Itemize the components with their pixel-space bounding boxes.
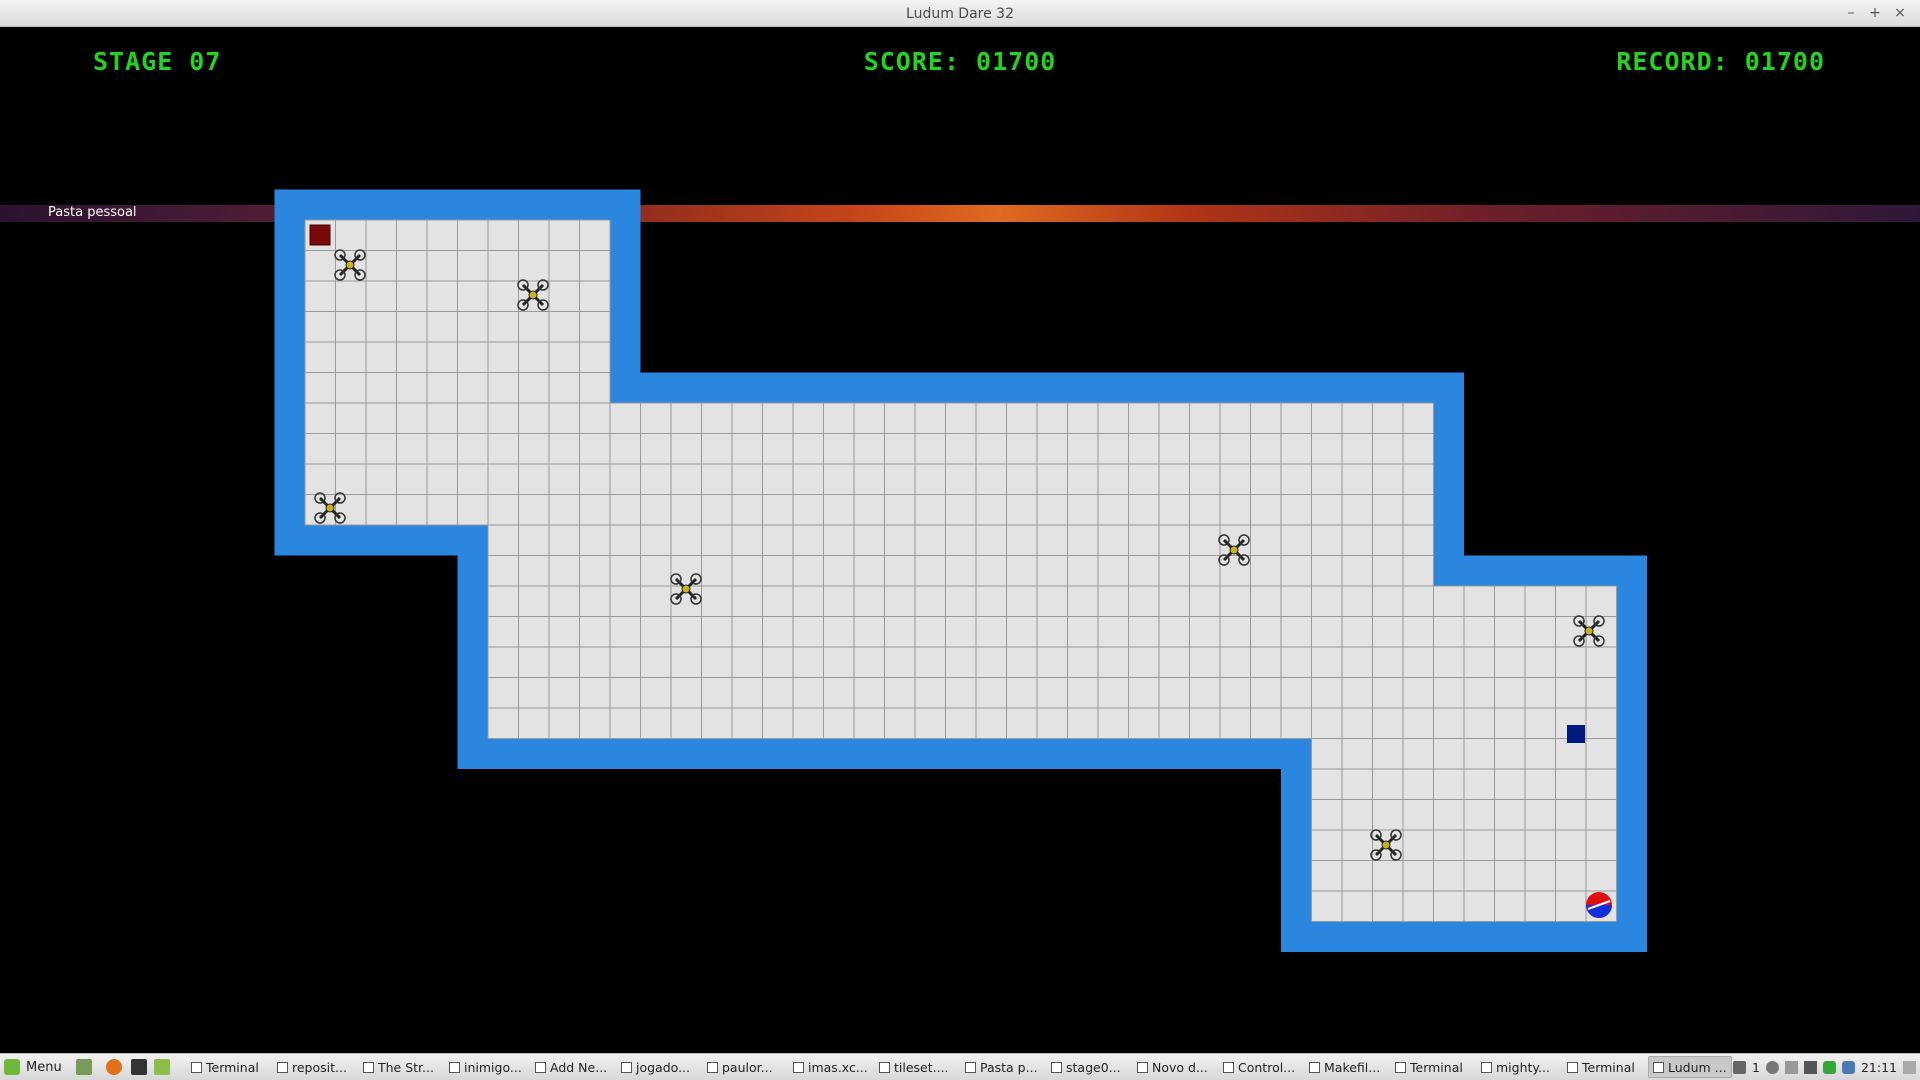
task-label: Terminal — [1582, 1059, 1635, 1075]
task-label: reposit... — [292, 1059, 347, 1075]
task-12[interactable]: Control... — [1218, 1056, 1302, 1078]
clock[interactable]: 21:11 — [1861, 1060, 1897, 1075]
files-launcher-icon[interactable] — [154, 1059, 170, 1075]
task-1[interactable]: reposit... — [272, 1056, 356, 1078]
terminal-icon — [191, 1061, 202, 1073]
shield-icon[interactable] — [1841, 1060, 1855, 1074]
pen-icon[interactable] — [1784, 1060, 1798, 1074]
task-label: mighty... — [1496, 1059, 1550, 1075]
task-label: Ludum ... — [1668, 1059, 1727, 1075]
task-label: Add Ne... — [550, 1059, 608, 1075]
task-16[interactable]: Terminal — [1562, 1056, 1646, 1078]
terminal-icon — [1395, 1061, 1406, 1073]
close-button[interactable]: × — [1891, 4, 1909, 22]
task-label: Terminal — [206, 1059, 259, 1075]
image-icon — [449, 1061, 460, 1073]
settings-icon — [1223, 1061, 1234, 1073]
task-11[interactable]: Novo d... — [1132, 1056, 1216, 1078]
task-6[interactable]: paulor... — [702, 1056, 786, 1078]
window-titlebar[interactable]: Ludum Dare 32 – + × — [0, 0, 1920, 27]
task-13[interactable]: Makefil... — [1304, 1056, 1388, 1078]
task-label: Pasta p... — [980, 1059, 1038, 1075]
mint-logo-icon — [4, 1059, 20, 1075]
minimize-button[interactable]: – — [1842, 4, 1860, 22]
image-icon — [879, 1061, 890, 1073]
show-desktop-icon[interactable] — [76, 1059, 92, 1075]
skype-icon — [707, 1061, 718, 1073]
image-icon — [793, 1061, 804, 1073]
bookmark-icon — [363, 1061, 374, 1073]
task-list: Terminal reposit... The Str... inimigo... Ad… — [186, 1056, 1734, 1078]
task-label: Novo d... — [1152, 1059, 1208, 1075]
system-tray: 1 21:11 — [1733, 1057, 1916, 1077]
task-9[interactable]: Pasta p... — [960, 1056, 1044, 1078]
task-2[interactable]: The Str... — [358, 1056, 442, 1078]
player-box — [309, 224, 331, 246]
volume-icon[interactable] — [1803, 1060, 1817, 1074]
grid-icon — [1051, 1061, 1062, 1073]
chat-icon[interactable] — [1733, 1060, 1747, 1074]
game-window-icon — [1653, 1061, 1664, 1073]
task-7[interactable]: imas.xc... — [788, 1056, 872, 1078]
goal-box — [1567, 725, 1585, 743]
image-icon — [1137, 1061, 1148, 1073]
maximize-button[interactable]: + — [1866, 4, 1884, 22]
task-label: paulor... — [722, 1059, 773, 1075]
task-3[interactable]: inimigo... — [444, 1056, 528, 1078]
task-label: Control... — [1238, 1059, 1296, 1075]
terminal-launcher-icon[interactable] — [131, 1059, 147, 1075]
game-board — [274, 189, 1647, 952]
task-5[interactable]: jogado... — [616, 1056, 700, 1078]
task-14[interactable]: Terminal — [1390, 1056, 1474, 1078]
task-8[interactable]: tileset.... — [874, 1056, 958, 1078]
floor-area — [488, 525, 1434, 739]
task-label: imas.xc... — [808, 1059, 868, 1075]
task-4[interactable]: Add Ne... — [530, 1056, 614, 1078]
folder-icon — [1481, 1061, 1492, 1073]
task-label: inimigo... — [464, 1059, 522, 1075]
task-label: Makefil... — [1324, 1059, 1381, 1075]
task-label: Terminal — [1410, 1059, 1463, 1075]
chrome-icon — [535, 1061, 546, 1073]
task-10[interactable]: stage0... — [1046, 1056, 1130, 1078]
task-15[interactable]: mighty... — [1476, 1056, 1560, 1078]
game-canvas[interactable]: STAGE 07 SCORE: 01700 RECORD: 01700 Past… — [0, 27, 1920, 1043]
text-file-icon — [1309, 1061, 1320, 1073]
folder-icon — [965, 1061, 976, 1073]
user-icon[interactable] — [1765, 1060, 1779, 1074]
taskbar: Menu Terminal reposit... The Str... inimigo… — [0, 1053, 1920, 1080]
menu-button[interactable]: Menu — [4, 1057, 62, 1077]
image-icon — [621, 1061, 632, 1073]
task-label: stage0... — [1066, 1059, 1121, 1075]
task-label: The Str... — [378, 1059, 434, 1075]
window-title: Ludum Dare 32 — [906, 6, 1014, 22]
task-label: tileset.... — [894, 1059, 949, 1075]
task-17[interactable]: Ludum ... — [1648, 1056, 1732, 1078]
update-manager-icon[interactable] — [1822, 1060, 1836, 1074]
task-0[interactable]: Terminal — [186, 1056, 270, 1078]
menu-label: Menu — [26, 1059, 62, 1075]
show-desktop-icon-tray[interactable] — [1903, 1060, 1916, 1074]
task-label: jogado... — [636, 1059, 690, 1075]
workspace-indicator[interactable]: 1 — [1752, 1060, 1760, 1075]
folder-icon — [277, 1061, 288, 1073]
firefox-icon[interactable] — [106, 1059, 122, 1075]
terminal-icon — [1567, 1061, 1578, 1073]
